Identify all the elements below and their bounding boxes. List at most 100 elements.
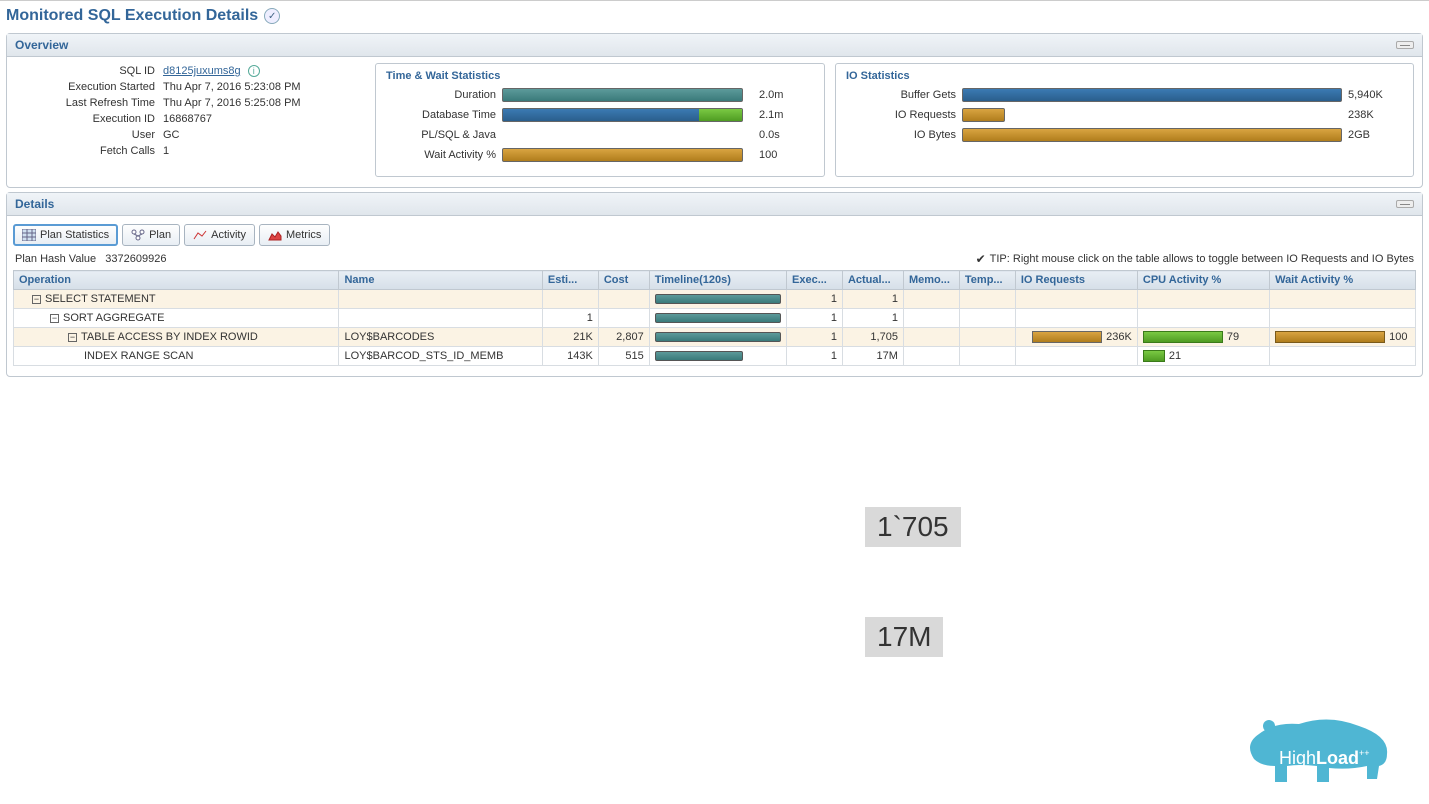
actual-cell: 1,705 <box>842 328 903 347</box>
tab-label: Activity <box>211 229 246 241</box>
tree-collapse-icon[interactable]: − <box>32 295 41 304</box>
th-cost[interactable]: Cost <box>598 271 649 290</box>
tab-activity[interactable]: Activity <box>184 224 255 246</box>
cost-cell: 2,807 <box>598 328 649 347</box>
tree-collapse-icon[interactable]: − <box>68 333 77 342</box>
esti-cell: 143K <box>542 347 598 366</box>
stat-label: Buffer Gets <box>846 89 956 101</box>
tab-metrics[interactable]: Metrics <box>259 224 330 246</box>
timeline-cell <box>649 309 786 328</box>
name-cell <box>339 309 542 328</box>
io-statistics: IO Statistics Buffer Gets 5,940K IO Requ… <box>835 63 1414 177</box>
info-icon[interactable]: i <box>248 65 260 77</box>
op-cell: −SORT AGGREGATE <box>14 309 339 328</box>
name-cell <box>339 290 542 309</box>
svg-text:HighLoad++: HighLoad++ <box>1279 748 1370 768</box>
th-exec[interactable]: Exec... <box>787 271 843 290</box>
stat-label: Duration <box>386 89 496 101</box>
tab-plan[interactable]: Plan <box>122 224 180 246</box>
actual-cell: 1 <box>842 309 903 328</box>
name-cell: LOY$BARCOD_STS_ID_MEMB <box>339 347 542 366</box>
kv-label: User <box>15 129 155 141</box>
table-row[interactable]: INDEX RANGE SCAN LOY$BARCOD_STS_ID_MEMB … <box>14 347 1416 366</box>
table-row[interactable]: −SORT AGGREGATE 1 1 1 <box>14 309 1416 328</box>
op-cell: INDEX RANGE SCAN <box>14 347 339 366</box>
th-name[interactable]: Name <box>339 271 542 290</box>
exec-cell: 1 <box>787 347 843 366</box>
table-row[interactable]: −TABLE ACCESS BY INDEX ROWID LOY$BARCODE… <box>14 328 1416 347</box>
details-header: Details <box>7 193 1422 216</box>
time-wait-statistics: Time & Wait Statistics Duration 2.0m Dat… <box>375 63 825 177</box>
details-panel: Details Plan Statistics Plan Activity Me… <box>6 192 1423 377</box>
overview-panel: Overview SQL ID d8125juxums8g i Executio… <box>6 33 1423 188</box>
esti-cell: 1 <box>542 309 598 328</box>
plan-hash-line: Plan Hash Value 3372609926 <box>15 253 166 265</box>
cpu-cell: 21 <box>1137 347 1269 366</box>
tip-text: ✔TIP: Right mouse click on the table all… <box>976 252 1414 266</box>
io-title: IO Statistics <box>846 70 1403 82</box>
exec-cell: 1 <box>787 290 843 309</box>
kv-value: Thu Apr 7, 2016 5:23:08 PM <box>163 81 301 93</box>
annotation-1705: 1`705 <box>865 507 961 547</box>
io-cell: 236K <box>1015 328 1137 347</box>
cpu-cell: 79 <box>1137 328 1269 347</box>
plan-table[interactable]: Operation Name Esti... Cost Timeline(120… <box>13 270 1416 366</box>
kv-value: 1 <box>163 145 169 157</box>
kv-label: Execution Started <box>15 81 155 93</box>
tab-plan-statistics[interactable]: Plan Statistics <box>13 224 118 246</box>
th-esti[interactable]: Esti... <box>542 271 598 290</box>
highload-logo: HighLoad++ <box>1239 704 1399 794</box>
tree-collapse-icon[interactable]: − <box>50 314 59 323</box>
time-wait-title: Time & Wait Statistics <box>386 70 814 82</box>
kv-label: SQL ID <box>15 65 155 77</box>
stat-label: PL/SQL & Java <box>386 129 496 141</box>
stat-label: IO Requests <box>846 109 956 121</box>
status-ok-icon: ✓ <box>264 8 280 24</box>
op-cell: −SELECT STATEMENT <box>14 290 339 309</box>
th-cpu[interactable]: CPU Activity % <box>1137 271 1269 290</box>
collapse-icon[interactable] <box>1396 200 1414 208</box>
th-io[interactable]: IO Requests <box>1015 271 1137 290</box>
exec-cell: 1 <box>787 328 843 347</box>
kv-value: GC <box>163 129 180 141</box>
stat-label: Database Time <box>386 109 496 121</box>
exec-cell: 1 <box>787 309 843 328</box>
details-header-label: Details <box>15 197 54 211</box>
actual-cell: 1 <box>842 290 903 309</box>
stat-value: 2.0m <box>759 89 814 101</box>
check-icon: ✔ <box>976 252 986 266</box>
sql-id-value: d8125juxums8g i <box>163 65 260 77</box>
timeline-cell <box>649 290 786 309</box>
actual-cell: 17M <box>842 347 903 366</box>
kv-label: Last Refresh Time <box>15 97 155 109</box>
stat-value: 2GB <box>1348 129 1403 141</box>
tab-label: Plan Statistics <box>40 229 109 241</box>
kv-value: 16868767 <box>163 113 212 125</box>
details-tabs: Plan Statistics Plan Activity Metrics <box>7 216 1422 250</box>
table-row[interactable]: −SELECT STATEMENT 1 1 <box>14 290 1416 309</box>
wait-cell: 100 <box>1270 328 1416 347</box>
kv-label: Execution ID <box>15 113 155 125</box>
th-mem[interactable]: Memo... <box>903 271 959 290</box>
sql-id-link[interactable]: d8125juxums8g <box>163 65 241 77</box>
name-cell: LOY$BARCODES <box>339 328 542 347</box>
tab-label: Plan <box>149 229 171 241</box>
stat-value: 5,940K <box>1348 89 1403 101</box>
esti-cell: 21K <box>542 328 598 347</box>
collapse-icon[interactable] <box>1396 41 1414 49</box>
kv-label: Fetch Calls <box>15 145 155 157</box>
th-wait[interactable]: Wait Activity % <box>1270 271 1416 290</box>
op-cell: −TABLE ACCESS BY INDEX ROWID <box>14 328 339 347</box>
cost-cell <box>598 309 649 328</box>
th-operation[interactable]: Operation <box>14 271 339 290</box>
stat-value: 2.1m <box>759 109 814 121</box>
grid-icon <box>22 229 36 241</box>
page-title: Monitored SQL Execution Details <box>6 7 258 25</box>
esti-cell <box>542 290 598 309</box>
th-temp[interactable]: Temp... <box>959 271 1015 290</box>
th-actual[interactable]: Actual... <box>842 271 903 290</box>
stat-value: 100 <box>759 149 814 161</box>
chart-area-icon <box>268 229 282 241</box>
cost-cell: 515 <box>598 347 649 366</box>
th-timeline[interactable]: Timeline(120s) <box>649 271 786 290</box>
